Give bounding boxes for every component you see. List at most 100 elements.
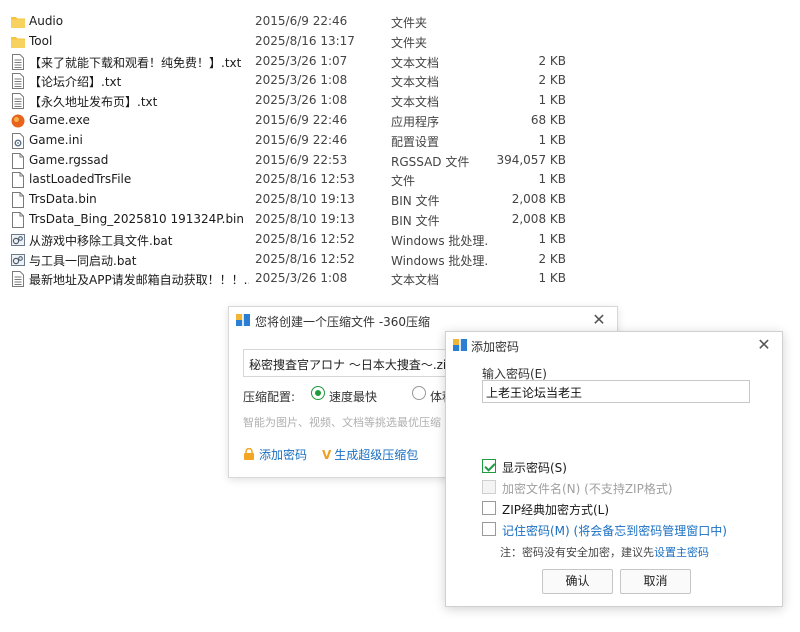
archive-filename-field[interactable]: 秘密捜査官アロナ ～日本大捜査～.zip xyxy=(243,349,453,377)
file-type: Windows 批处理... xyxy=(391,253,487,268)
file-name[interactable]: 与工具一同启动.bat xyxy=(29,252,249,269)
show-password-checkbox[interactable] xyxy=(482,459,496,473)
set-master-password-link[interactable]: 设置主密码 xyxy=(654,546,709,559)
file-date: 2025/8/16 12:52 xyxy=(255,251,355,266)
file-row[interactable]: 【论坛介绍】.txt 2025/3/26 1:08 文本文档 2 KB xyxy=(0,71,800,91)
file-type: 应用程序 xyxy=(391,115,440,129)
file-name[interactable]: 最新地址及APP请发邮箱自动获取！！！... xyxy=(29,271,249,288)
file-type: 文本文档 xyxy=(391,273,440,288)
file-type: 文本文档 xyxy=(391,75,440,90)
file-row[interactable]: Game.exe 2015/6/9 22:46 应用程序 68 KB xyxy=(0,111,800,131)
file-name[interactable]: 【永久地址发布页】.txt xyxy=(29,93,249,110)
zip-classic-checkbox[interactable] xyxy=(482,501,496,515)
file-row[interactable]: 从游戏中移除工具文件.bat 2025/8/16 12:52 Windows 批处理… xyxy=(0,230,800,250)
file-type: 文本文档 xyxy=(391,95,440,110)
file-name[interactable]: Game.rgssad xyxy=(29,153,249,167)
file-date: 2015/6/9 22:46 xyxy=(255,14,348,28)
compression-config-label: 压缩配置: xyxy=(243,390,296,404)
text-file-icon xyxy=(11,73,25,90)
file-type: 文件夹 xyxy=(391,35,428,50)
text-file-icon xyxy=(11,271,25,288)
zip-classic-label[interactable]: ZIP经典加密方式(L) xyxy=(502,501,609,518)
file-size: 2 KB xyxy=(538,73,566,88)
file-row[interactable]: 与工具一同启动.bat 2025/8/16 12:52 Windows 批处理...… xyxy=(0,250,800,270)
show-password-label[interactable]: 显示密码(S) xyxy=(502,459,567,476)
file-type: 文本文档 xyxy=(391,55,440,70)
file-row[interactable]: 【永久地址发布页】.txt 2025/3/26 1:08 文本文档 1 KB xyxy=(0,91,800,111)
file-date: 2025/3/26 1:08 xyxy=(255,73,348,88)
file-date: 2015/6/9 22:46 xyxy=(255,113,348,127)
dialog-title: 您将创建一个压缩文件 -360压缩 xyxy=(255,315,431,329)
file-date: 2025/8/10 19:13 xyxy=(255,212,355,226)
dialog-titlebar[interactable]: 添加密码 ✕ xyxy=(446,332,782,358)
dialog-titlebar[interactable]: 您将创建一个压缩文件 -360压缩 ✕ xyxy=(229,307,617,333)
bat-file-icon xyxy=(11,252,25,268)
file-name[interactable]: TrsData.bin xyxy=(29,192,249,206)
text-file-icon xyxy=(11,93,25,110)
file-name[interactable]: 从游戏中移除工具文件.bat xyxy=(29,232,249,249)
file-name[interactable]: lastLoadedTrsFile xyxy=(29,172,249,186)
file-date: 2025/8/16 12:52 xyxy=(255,231,355,246)
remember-password-label[interactable]: 记住密码(M) (将会备忘到密码管理窗口中) xyxy=(502,522,727,539)
file-type: 文件 xyxy=(391,174,416,189)
file-name[interactable]: Tool xyxy=(29,34,249,48)
close-icon[interactable]: ✕ xyxy=(589,310,609,330)
file-name[interactable]: Game.ini xyxy=(29,133,249,147)
cancel-button[interactable]: 取消 xyxy=(620,569,691,594)
file-row[interactable]: TrsData.bin 2025/8/10 19:13 BIN 文件 2,008 KB xyxy=(0,190,800,210)
file-date: 2025/8/16 13:17 xyxy=(255,33,355,48)
blank-file-icon xyxy=(11,172,25,189)
file-type: 配置设置 xyxy=(391,134,440,149)
file-size: 2 KB xyxy=(538,251,566,266)
file-row[interactable]: Game.rgssad 2015/6/9 22:53 RGSSAD 文件 394,05… xyxy=(0,151,800,171)
file-row[interactable]: Audio 2015/6/9 22:46 文件夹 xyxy=(0,12,800,32)
file-size: 68 KB xyxy=(530,113,566,127)
bat-file-icon xyxy=(11,232,25,248)
folder-icon xyxy=(11,34,25,50)
dialog-title: 添加密码 xyxy=(471,340,520,354)
text-file-icon xyxy=(11,53,25,70)
file-type: 文件夹 xyxy=(391,16,428,30)
add-password-label: 添加密码 xyxy=(259,448,308,462)
file-name[interactable]: 【来了就能下载和观看！纯免费！】.txt xyxy=(29,54,249,71)
file-type: BIN 文件 xyxy=(391,214,440,228)
file-name[interactable]: Audio xyxy=(29,14,249,28)
fastest-speed-label[interactable]: 速度最快 xyxy=(329,388,377,405)
confirm-button[interactable]: 确认 xyxy=(542,569,613,594)
file-date: 2025/3/26 1:07 xyxy=(255,53,348,68)
file-row[interactable]: Tool 2025/8/16 13:17 文件夹 xyxy=(0,32,800,52)
file-date: 2015/6/9 22:53 xyxy=(255,152,348,167)
encrypt-filenames-label: 加密文件名(N) (不支持ZIP格式) xyxy=(502,482,673,496)
file-date: 2025/8/16 12:53 xyxy=(255,172,355,187)
file-size: 2,008 KB xyxy=(511,212,566,226)
folder-icon xyxy=(11,14,25,30)
file-size: 1 KB xyxy=(538,271,566,286)
fastest-speed-radio[interactable] xyxy=(311,386,325,400)
file-date: 2025/8/10 19:13 xyxy=(255,192,355,207)
file-row[interactable]: lastLoadedTrsFile 2025/8/16 12:53 文件 1 KB xyxy=(0,170,800,190)
file-row[interactable]: TrsData_Bing_2025810 191324P.bin 2025/8/1… xyxy=(0,210,800,230)
file-row[interactable]: 最新地址及APP请发邮箱自动获取！！！... 2025/3/26 1:08 文本文档… xyxy=(0,269,800,289)
file-name[interactable]: TrsData_Bing_2025810 191324P.bin xyxy=(29,212,249,226)
file-date: 2025/3/26 1:08 xyxy=(255,93,348,108)
add-password-link[interactable]: 添加密码 xyxy=(243,446,307,463)
blank-file-icon xyxy=(11,152,25,169)
ini-file-icon xyxy=(11,132,25,149)
file-size: 1 KB xyxy=(538,231,566,246)
file-size: 1 KB xyxy=(538,172,566,187)
file-row[interactable]: Game.ini 2015/6/9 22:46 配置设置 1 KB xyxy=(0,131,800,151)
blank-file-icon xyxy=(11,212,25,228)
file-name[interactable]: Game.exe xyxy=(29,113,249,127)
file-row[interactable]: 【来了就能下载和观看！纯免费！】.txt 2025/3/26 1:07 文本文档 2 … xyxy=(0,52,800,72)
password-input[interactable]: 上老王论坛当老王 xyxy=(482,380,750,403)
file-type: RGSSAD 文件 xyxy=(391,154,470,169)
close-icon[interactable]: ✕ xyxy=(754,335,774,355)
smallest-size-radio[interactable] xyxy=(412,386,426,400)
encrypt-filenames-checkbox xyxy=(482,480,496,494)
add-password-dialog: 添加密码 ✕ 输入密码(E) 上老王论坛当老王 显示密码(S) 加密文件名(N)… xyxy=(445,331,783,607)
super-zip-link[interactable]: V 生成超级压缩包 xyxy=(322,446,418,463)
smart-compress-hint: 智能为图片、视频、文档等挑选最优压缩 xyxy=(243,416,441,429)
file-date: 2025/3/26 1:08 xyxy=(255,271,348,286)
remember-password-checkbox[interactable] xyxy=(482,522,496,536)
file-name[interactable]: 【论坛介绍】.txt xyxy=(29,73,249,90)
